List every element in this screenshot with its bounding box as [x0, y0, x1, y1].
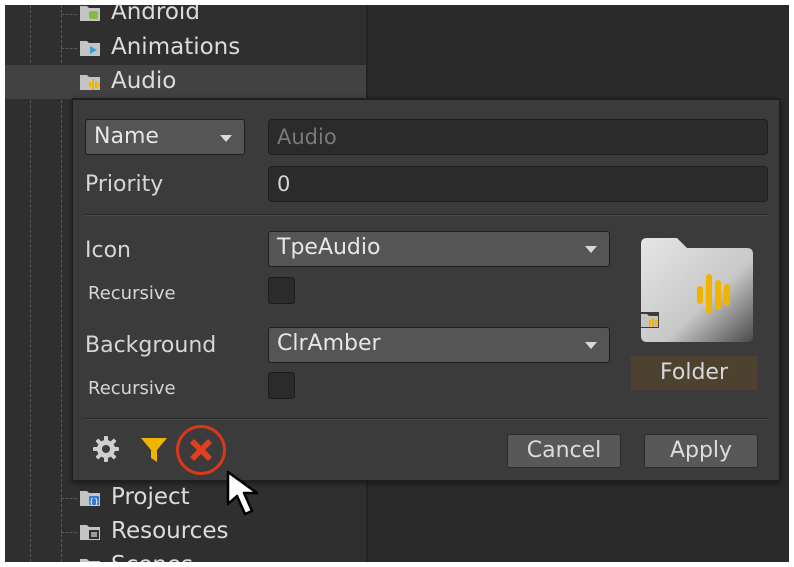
- folder-rule-popup: Name Audio Priority 0 Icon TpeAudio Recu…: [72, 98, 780, 481]
- section-divider: [83, 418, 769, 420]
- priority-value: 0: [277, 172, 291, 196]
- tree-item-label: Animations: [111, 34, 241, 60]
- chevron-down-icon: [585, 246, 597, 253]
- delete-icon[interactable]: [185, 434, 217, 466]
- icon-dropdown[interactable]: TpeAudio: [268, 231, 610, 267]
- apply-button[interactable]: Apply: [644, 434, 758, 468]
- name-input-value: Audio: [277, 125, 337, 149]
- tree-item-project[interactable]: {} Project: [5, 481, 366, 515]
- icon-recursive-checkbox[interactable]: [268, 277, 295, 304]
- scenes-folder-icon: [80, 559, 100, 562]
- tree-item-label: Android: [111, 5, 200, 25]
- tree-item-label: Audio: [111, 68, 177, 94]
- filter-icon[interactable]: [139, 435, 169, 465]
- match-mode-dropdown[interactable]: Name: [85, 119, 245, 155]
- folder-preview: Folder: [629, 232, 761, 398]
- chevron-down-icon: [585, 342, 597, 349]
- background-label: Background: [85, 333, 217, 358]
- background-dropdown[interactable]: ClrAmber: [268, 327, 610, 363]
- background-recursive-label: Recursive: [88, 378, 176, 399]
- priority-field[interactable]: 0: [268, 166, 768, 202]
- tree-item-android[interactable]: Android: [5, 5, 366, 30]
- icon-label: Icon: [85, 238, 131, 263]
- section-divider: [83, 214, 769, 216]
- priority-label: Priority: [85, 172, 164, 197]
- tree-item-resources[interactable]: Resources: [5, 515, 366, 549]
- folder-preview-icon: [639, 238, 753, 342]
- tree-item-audio[interactable]: Audio: [5, 65, 366, 99]
- gear-icon[interactable]: [91, 434, 121, 464]
- audio-folder-icon: [80, 75, 100, 90]
- tree-item-label: Resources: [111, 518, 229, 544]
- icon-dropdown-value: TpeAudio: [277, 235, 381, 260]
- tree-item-label: Project: [111, 484, 190, 510]
- icon-recursive-label: Recursive: [88, 283, 176, 304]
- project-folder-icon: {}: [80, 491, 100, 506]
- background-dropdown-value: ClrAmber: [277, 331, 381, 356]
- resources-folder-icon: [80, 525, 100, 540]
- svg-text:{}: {}: [89, 497, 99, 506]
- tree-item-label: Scenes: [111, 552, 193, 562]
- cancel-button[interactable]: Cancel: [507, 434, 621, 468]
- android-folder-icon: [80, 6, 100, 21]
- match-mode-value: Name: [94, 124, 159, 149]
- background-recursive-checkbox[interactable]: [268, 372, 295, 399]
- animations-folder-icon: [80, 41, 100, 56]
- tree-item-animations[interactable]: Animations: [5, 31, 366, 65]
- folder-preview-label: Folder: [631, 356, 757, 390]
- tree-item-scenes[interactable]: Scenes: [5, 549, 366, 562]
- name-input[interactable]: Audio: [268, 119, 768, 155]
- mouse-cursor-icon: [226, 470, 259, 516]
- chevron-down-icon: [220, 135, 232, 142]
